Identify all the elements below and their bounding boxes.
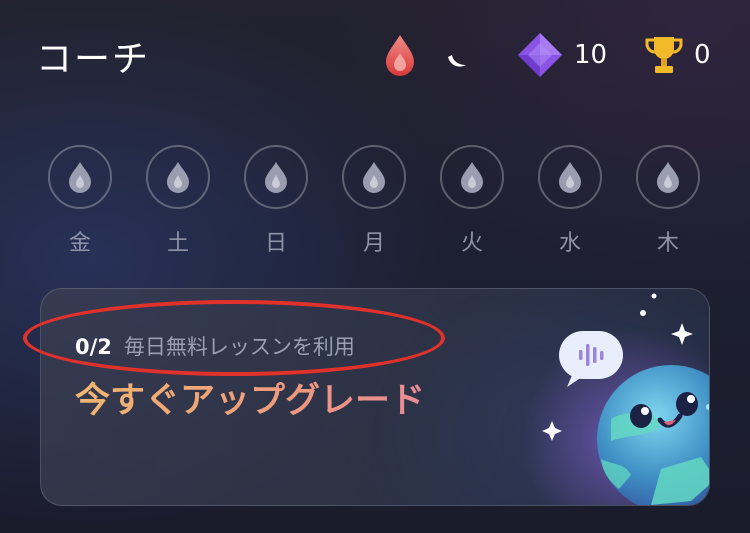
- trophy-count: 0: [694, 40, 711, 70]
- page-title: コーチ: [36, 39, 151, 80]
- day-label: 水: [558, 231, 581, 256]
- day-ring: [636, 145, 700, 209]
- day-label: 日: [264, 231, 287, 256]
- day-label: 木: [656, 231, 679, 256]
- day-item[interactable]: 土: [146, 145, 210, 257]
- day-item[interactable]: 火: [440, 145, 504, 257]
- streak-indicator[interactable]: [382, 30, 418, 80]
- drop-icon: [461, 162, 483, 193]
- trophy-counter[interactable]: 0: [644, 30, 711, 80]
- day-ring: [538, 145, 602, 209]
- flame-drop-icon: [386, 35, 414, 76]
- gem-icon: [518, 33, 562, 77]
- day-item[interactable]: 金: [48, 145, 112, 257]
- day-item[interactable]: 水: [538, 145, 602, 257]
- day-label: 月: [362, 231, 385, 256]
- gems-count: 10: [574, 40, 608, 70]
- globe-mascot-icon: [521, 293, 709, 505]
- day-ring: [48, 145, 112, 209]
- sleep-indicator[interactable]: [444, 30, 474, 80]
- gems-counter[interactable]: 10: [516, 30, 607, 80]
- day-ring: [146, 145, 210, 209]
- header: コーチ 10 0: [0, 0, 750, 110]
- day-item[interactable]: 月: [342, 145, 406, 257]
- crescent-moon-icon: [448, 55, 466, 67]
- upgrade-now-link[interactable]: 今すぐアップグレード: [75, 377, 455, 425]
- drop-icon: [69, 162, 91, 193]
- drop-icon: [167, 162, 189, 193]
- day-ring: [244, 145, 308, 209]
- day-label: 土: [166, 231, 189, 256]
- drop-icon: [265, 162, 287, 193]
- trophy-icon: [645, 37, 683, 73]
- day-label: 金: [68, 231, 91, 256]
- day-item[interactable]: 日: [244, 145, 308, 257]
- day-ring: [440, 145, 504, 209]
- day-item[interactable]: 木: [636, 145, 700, 257]
- highlight-annotation: [23, 300, 445, 376]
- day-label: 火: [460, 231, 483, 256]
- day-ring: [342, 145, 406, 209]
- drop-icon: [559, 162, 581, 193]
- drop-icon: [657, 162, 679, 193]
- drop-icon: [363, 162, 385, 193]
